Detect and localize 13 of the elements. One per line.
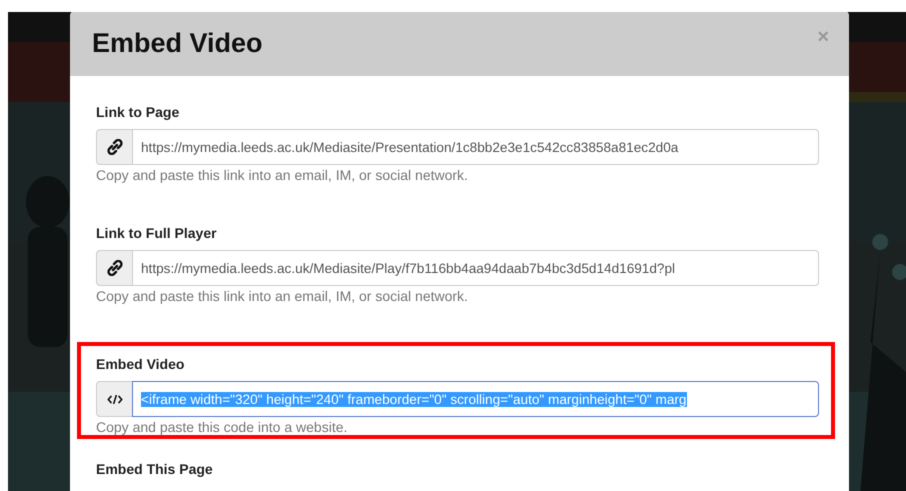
- help-text: Copy and paste this code into a website.: [96, 419, 348, 435]
- help-text: Copy and paste this link into an email, IM, or social network.: [96, 167, 469, 183]
- link-icon: [96, 129, 132, 165]
- dialog-title: Embed Video: [92, 28, 263, 58]
- help-text: Copy and paste this link into an email, IM, or social network.: [96, 288, 469, 304]
- input-field[interactable]: https://mymedia.leeds.ac.uk/Mediasite/Play/f7b116bb4aa94daab7b4bc3d5d14d1691d?pl: [132, 250, 819, 286]
- field-label: Link to Page: [96, 104, 180, 120]
- input-field[interactable]: https://mymedia.leeds.ac.uk/Mediasite/Presentation/1c8bb2e3e1c542cc83858a81ec2d0a: [132, 129, 819, 165]
- field-label: Link to Full Player: [96, 225, 218, 241]
- field-label: Embed Video: [96, 356, 186, 372]
- field-label: Embed This Page: [96, 461, 214, 477]
- link-icon: [96, 250, 132, 286]
- code-icon: [96, 381, 132, 417]
